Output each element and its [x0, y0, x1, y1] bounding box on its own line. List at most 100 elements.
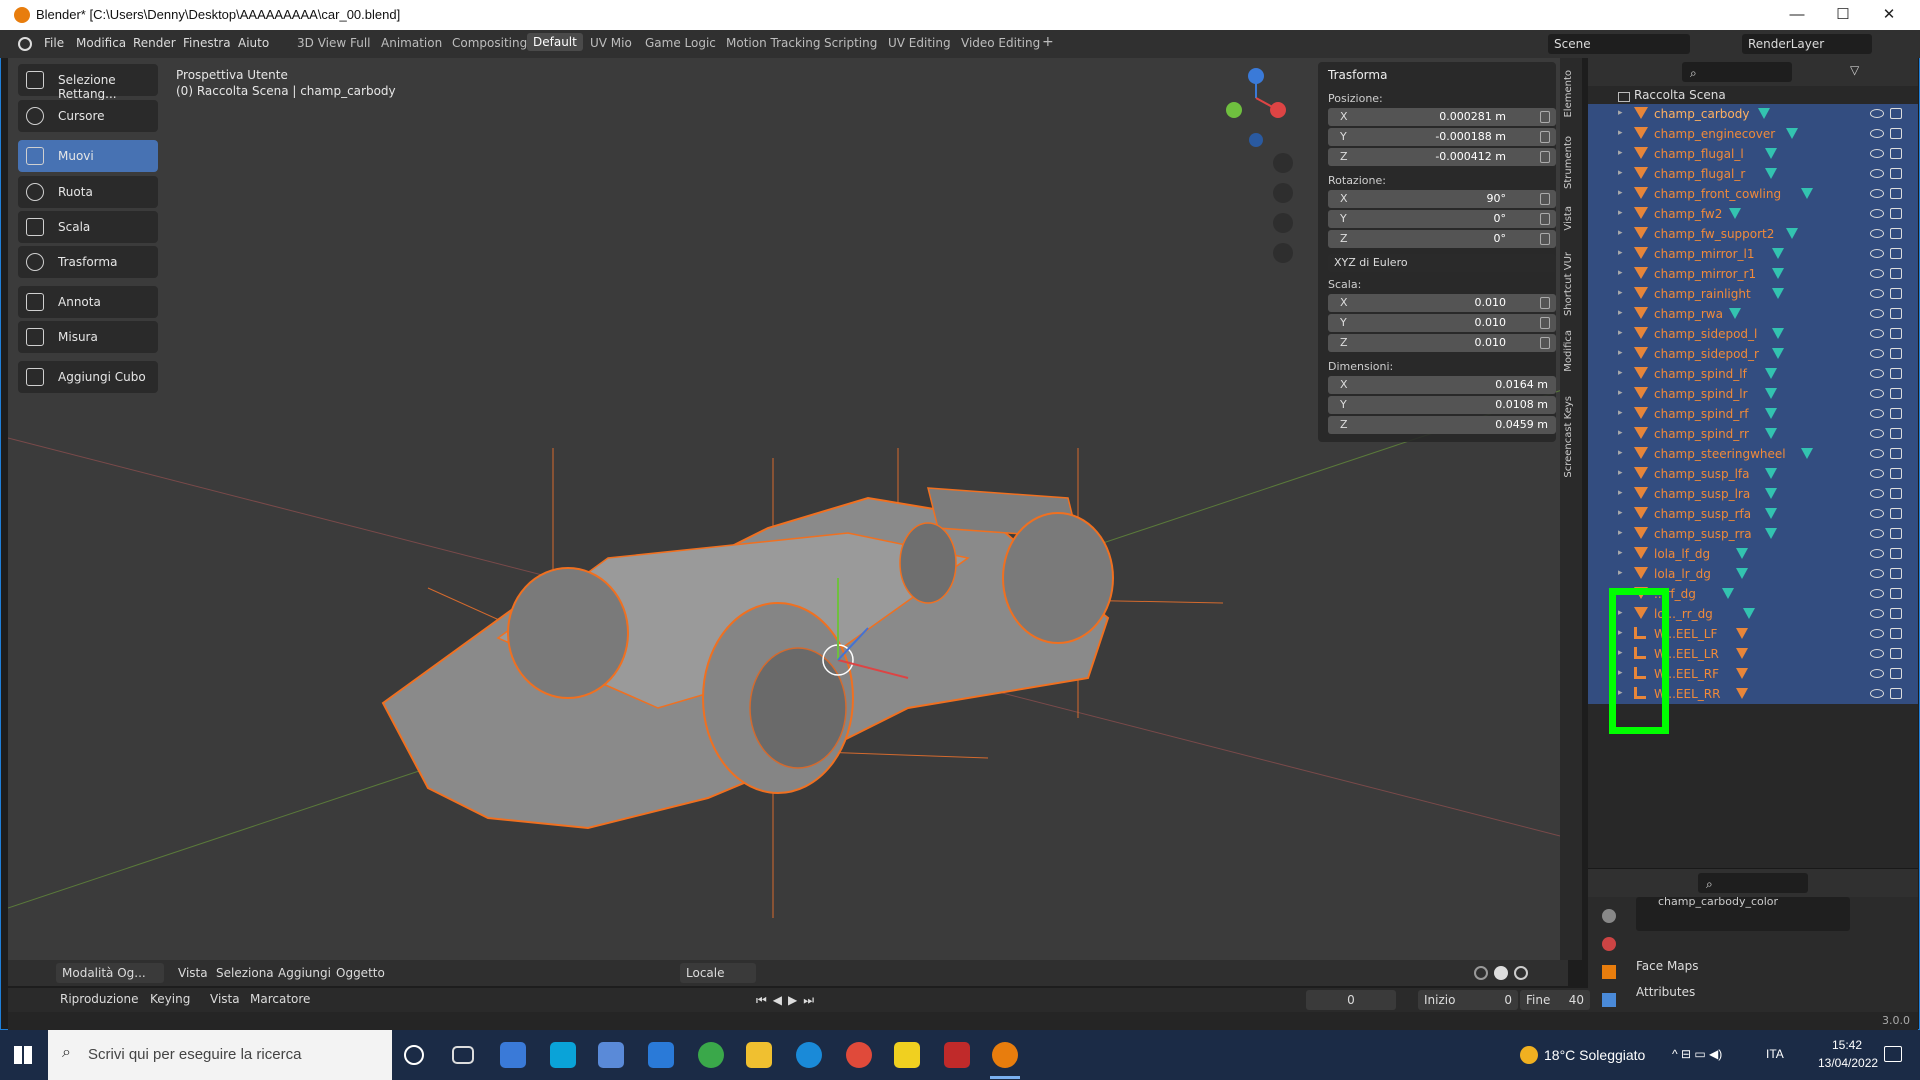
app-red-icon[interactable] — [944, 1042, 970, 1068]
expand-arrow-icon[interactable]: ▸ — [1618, 528, 1623, 538]
expand-arrow-icon[interactable]: ▸ — [1618, 348, 1623, 358]
dimensions-x-field[interactable]: X 0.0164 m — [1328, 376, 1556, 394]
visibility-eye-icon[interactable] — [1870, 329, 1884, 338]
render-camera-icon[interactable] — [1890, 668, 1902, 679]
add-workspace-button[interactable]: + — [1042, 34, 1054, 50]
render-camera-icon[interactable] — [1890, 468, 1902, 479]
render-camera-icon[interactable] — [1890, 688, 1902, 699]
visibility-eye-icon[interactable] — [1870, 309, 1884, 318]
tool-transform[interactable]: Trasforma — [18, 246, 158, 278]
visibility-eye-icon[interactable] — [1870, 589, 1884, 598]
outliner-item-name[interactable]: champ_flugal_r — [1654, 167, 1745, 181]
lock-icon[interactable] — [1540, 131, 1550, 143]
mesh-data-icon[interactable] — [1721, 588, 1734, 599]
render-camera-icon[interactable] — [1890, 188, 1902, 199]
shading-solid-icon[interactable] — [1494, 966, 1508, 980]
expand-arrow-icon[interactable]: ▸ — [1618, 288, 1623, 298]
app-yellow-icon[interactable] — [894, 1042, 920, 1068]
render-camera-icon[interactable] — [1890, 588, 1902, 599]
outliner-item[interactable]: ▸ champ_spind_lr — [1588, 384, 1918, 404]
rotation-x-field[interactable]: X 90° — [1328, 190, 1556, 208]
navigation-gizmo[interactable] — [1226, 68, 1286, 147]
outliner-item-name[interactable]: lola_lr_dg — [1654, 567, 1711, 581]
rotation-y-field[interactable]: Y 0° — [1328, 210, 1556, 228]
dimensions-z-field[interactable]: Z 0.0459 m — [1328, 416, 1556, 434]
expand-arrow-icon[interactable]: ▸ — [1618, 228, 1623, 238]
mesh-data-icon[interactable] — [1772, 328, 1784, 339]
outliner-item-name[interactable]: champ_carbody — [1654, 107, 1749, 121]
tab-scripting[interactable]: Scripting — [824, 36, 877, 50]
position-y-field[interactable]: Y -0.000188 m — [1328, 128, 1556, 146]
render-camera-icon[interactable] — [1890, 508, 1902, 519]
shading-material-icon[interactable] — [1514, 966, 1528, 980]
visibility-eye-icon[interactable] — [1870, 349, 1884, 358]
expand-arrow-icon[interactable]: ▸ — [1618, 128, 1623, 138]
outliner-item-name[interactable]: champ_front_cowling — [1654, 187, 1781, 201]
mesh-data-icon[interactable] — [1786, 128, 1799, 139]
cortana-icon[interactable] — [404, 1045, 424, 1065]
expand-arrow-icon[interactable]: ▸ — [1618, 148, 1623, 158]
mesh-data-icon[interactable] — [1764, 488, 1777, 499]
outliner-item[interactable]: ▸ champ_carbody — [1588, 104, 1918, 124]
position-x-field[interactable]: X 0.000281 m — [1328, 108, 1556, 126]
visibility-eye-icon[interactable] — [1870, 509, 1884, 518]
lock-icon[interactable] — [1540, 213, 1550, 225]
visibility-eye-icon[interactable] — [1870, 289, 1884, 298]
file-explorer-icon[interactable] — [746, 1042, 772, 1068]
expand-arrow-icon[interactable]: ▸ — [1618, 308, 1623, 318]
position-z-field[interactable]: Z -0.000412 m — [1328, 148, 1556, 166]
mesh-data-icon[interactable] — [1764, 148, 1777, 159]
render-camera-icon[interactable] — [1890, 168, 1902, 179]
rotation-mode-dropdown[interactable]: XYZ di Eulero — [1328, 254, 1556, 272]
maximize-button[interactable]: ☐ — [1820, 0, 1866, 30]
tool-measure[interactable]: Misura — [18, 321, 158, 353]
tool-scale[interactable]: Scala — [18, 211, 158, 243]
mesh-data-icon[interactable] — [1736, 568, 1748, 579]
outliner-item-name[interactable]: champ_mirror_r1 — [1654, 267, 1756, 281]
menu-riproduzione[interactable]: Riproduzione — [60, 992, 139, 1006]
app-drive-icon[interactable] — [598, 1042, 624, 1068]
render-camera-icon[interactable] — [1890, 628, 1902, 639]
render-camera-icon[interactable] — [1890, 248, 1902, 259]
render-camera-icon[interactable] — [1890, 528, 1902, 539]
tab-animation[interactable]: Animation — [381, 36, 442, 50]
visibility-eye-icon[interactable] — [1870, 409, 1884, 418]
lock-icon[interactable] — [1540, 111, 1550, 123]
properties-search-input[interactable]: ⌕ — [1698, 873, 1808, 893]
armature-data-icon[interactable] — [1736, 688, 1748, 699]
tab-motion-tracking[interactable]: Motion Tracking — [726, 36, 820, 50]
outliner-item[interactable]: ▸ champ_front_cowling — [1588, 184, 1918, 204]
tab-game-logic[interactable]: Game Logic — [645, 36, 716, 50]
outliner-item-name[interactable]: champ_fw2 — [1654, 207, 1722, 221]
filter-icon[interactable]: ▽ — [1850, 63, 1859, 77]
render-camera-icon[interactable] — [1890, 268, 1902, 279]
store-icon[interactable] — [500, 1042, 526, 1068]
visibility-eye-icon[interactable] — [1870, 189, 1884, 198]
outliner-item-name[interactable]: lola_lf_dg — [1654, 547, 1710, 561]
wheel-rear-right[interactable] — [1002, 512, 1114, 644]
visibility-eye-icon[interactable] — [1870, 469, 1884, 478]
menu-modifica[interactable]: Modifica — [76, 36, 126, 50]
lock-icon[interactable] — [1540, 337, 1550, 349]
dimensions-y-field[interactable]: Y 0.0108 m — [1328, 396, 1556, 414]
expand-arrow-icon[interactable]: ▸ — [1618, 428, 1623, 438]
outliner-item[interactable]: ▸ champ_sidepod_r — [1588, 344, 1918, 364]
scene-selector[interactable]: Scene — [1548, 34, 1690, 54]
expand-arrow-icon[interactable]: ▸ — [1618, 488, 1623, 498]
mesh-data-icon[interactable] — [1772, 348, 1784, 359]
wheel-front-right[interactable] — [899, 522, 957, 604]
tool-cursor[interactable]: Cursore — [18, 100, 158, 132]
outliner-item-name[interactable]: champ_spind_rf — [1654, 407, 1748, 421]
windows-start-icon[interactable] — [14, 1046, 32, 1064]
scale-y-field[interactable]: Y 0.010 — [1328, 314, 1556, 332]
face-maps-section[interactable]: Face Maps — [1636, 959, 1699, 973]
mesh-data-icon[interactable] — [1764, 388, 1777, 399]
tab-uv-mio[interactable]: UV Mio — [590, 36, 632, 50]
tab-video-editing[interactable]: Video Editing — [961, 36, 1040, 50]
clock-time[interactable]: 15:42 — [1832, 1038, 1862, 1052]
outliner-item[interactable]: ▸ champ_fw_support2 — [1588, 224, 1918, 244]
expand-arrow-icon[interactable]: ▸ — [1618, 108, 1623, 118]
menu-render[interactable]: Render — [133, 36, 176, 50]
render-camera-icon[interactable] — [1890, 288, 1902, 299]
render-camera-icon[interactable] — [1890, 368, 1902, 379]
